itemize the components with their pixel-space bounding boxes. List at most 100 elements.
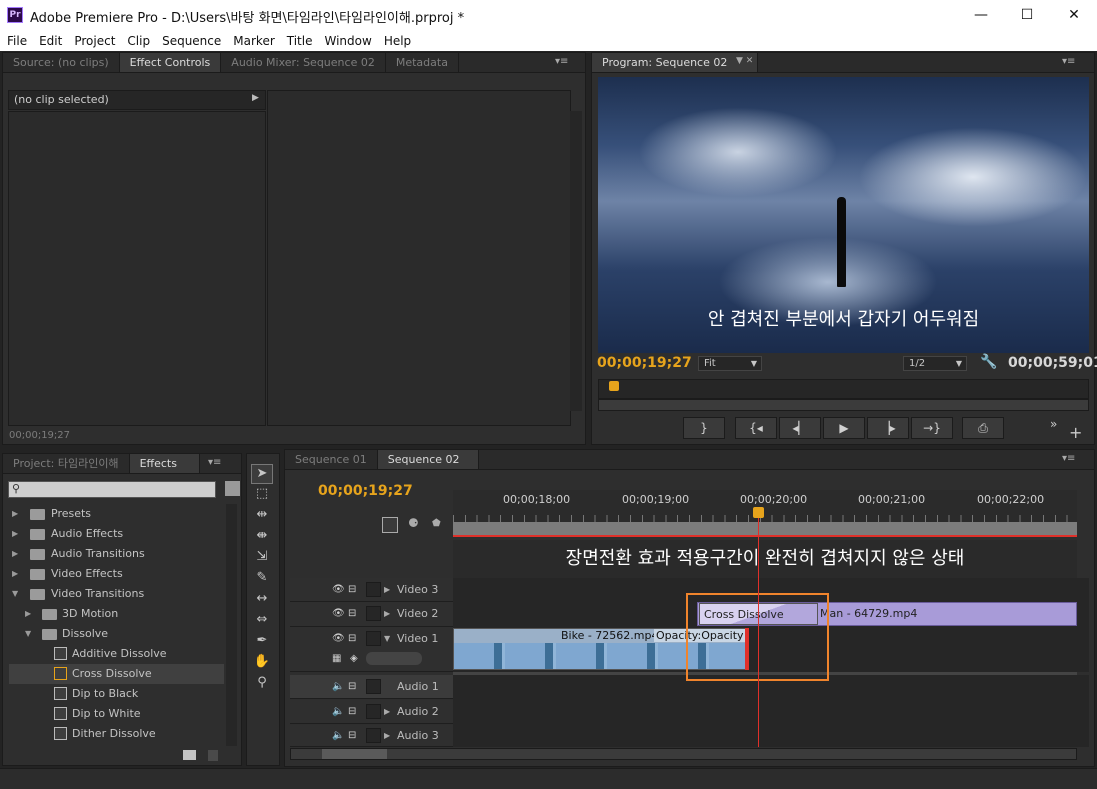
eye-icon[interactable]: 👁 (332, 584, 345, 595)
rate-stretch-tool-icon[interactable]: ⇲ (252, 548, 272, 566)
tree-item-presets[interactable]: ▶ Presets (9, 504, 224, 524)
new-bin-icon[interactable] (225, 481, 240, 496)
program-zoom-scrollbar[interactable] (598, 399, 1089, 411)
tab-effects[interactable]: Effects (129, 454, 200, 473)
keyframe-navigator[interactable] (366, 652, 422, 665)
effects-scrollbar[interactable] (226, 504, 237, 746)
tab-metadata[interactable]: Metadata (386, 53, 459, 72)
menu-title[interactable]: Title (280, 31, 318, 51)
track-select-tool-icon[interactable]: ⬚ (252, 485, 272, 503)
effect-controls-scrollbar[interactable] (570, 111, 582, 411)
step-forward-icon[interactable]: ▕▸ (867, 417, 909, 439)
expand-arrow-icon[interactable]: ▶ (12, 544, 18, 564)
mark-in-button[interactable]: } (683, 417, 725, 439)
slide-tool-icon[interactable]: ⇔ (252, 611, 272, 629)
expand-arrow-icon[interactable]: ▶ (12, 564, 18, 584)
tree-item-additive-dissolve[interactable]: Additive Dissolve (9, 644, 224, 664)
tree-item-dissolve[interactable]: ▼ Dissolve (9, 624, 224, 644)
rolling-edit-tool-icon[interactable]: ⇼ (252, 527, 272, 545)
speaker-icon[interactable]: 🔈 (332, 706, 344, 717)
go-to-out-button[interactable]: →} (911, 417, 953, 439)
eye-icon[interactable]: 👁 (332, 633, 345, 644)
program-current-timecode[interactable]: 00;00;19;27 (597, 355, 692, 371)
lock-icon[interactable]: ⊟ (348, 706, 356, 717)
speaker-icon[interactable]: 🔈 (332, 681, 344, 692)
expand-arrow-icon[interactable]: ▶ (25, 604, 31, 624)
program-time-ruler[interactable] (598, 379, 1089, 399)
sync-lock-box[interactable] (366, 679, 381, 694)
program-dropdown-icon[interactable]: ▼ ✕ (736, 56, 753, 66)
display-style-icon[interactable]: ▦ (332, 653, 341, 664)
video-tracks-scrollbar[interactable] (1077, 578, 1089, 672)
step-back-icon[interactable]: ◂▏ (779, 417, 821, 439)
panel-menu-icon[interactable]: ▾≡ (555, 56, 568, 67)
menu-clip[interactable]: Clip (120, 31, 155, 51)
add-marker-icon[interactable]: ⬟ (432, 518, 441, 529)
collapse-arrow-icon[interactable]: ▼ (25, 624, 31, 644)
sync-lock-box[interactable] (366, 606, 381, 621)
more-controls-icon[interactable]: » (1050, 417, 1057, 431)
tab-program[interactable]: Program: Sequence 02 (592, 53, 759, 72)
expand-arrow-icon[interactable]: ▶ (384, 707, 390, 716)
trash-icon[interactable] (208, 750, 218, 761)
tree-item-dip-to-white[interactable]: Dip to White (9, 704, 224, 724)
expand-arrow-icon[interactable]: ▶ (384, 585, 390, 594)
lock-icon[interactable]: ⊟ (348, 633, 356, 644)
expand-arrow-icon[interactable]: ▶ (12, 524, 18, 544)
tab-project[interactable]: Project: 타임라인이해 (3, 454, 130, 473)
lock-icon[interactable]: ⊟ (348, 681, 356, 692)
menu-edit[interactable]: Edit (32, 31, 67, 51)
program-menu-icon[interactable]: ▾≡ (1062, 56, 1075, 67)
menu-project[interactable]: Project (67, 31, 120, 51)
pen-tool-icon[interactable]: ✒ (252, 632, 272, 650)
tree-item-dip-to-black[interactable]: Dip to Black (9, 684, 224, 704)
button-editor-icon[interactable]: + (1069, 423, 1082, 442)
keyframe-icon[interactable]: ◈ (350, 653, 358, 664)
effects-menu-icon[interactable]: ▾≡ (208, 457, 221, 468)
ripple-edit-tool-icon[interactable]: ⇹ (252, 506, 272, 524)
search-input[interactable]: ⚲ (8, 481, 216, 498)
eye-icon[interactable]: 👁 (332, 608, 345, 619)
speaker-icon[interactable]: 🔈 (332, 730, 344, 741)
tree-item-3d-motion[interactable]: ▶ 3D Motion (9, 604, 224, 624)
collapse-arrow-icon[interactable]: ▼ (384, 634, 390, 643)
new-folder-icon[interactable] (183, 750, 196, 760)
snap-toggle-icon[interactable] (382, 517, 398, 533)
menu-file[interactable]: File (0, 31, 32, 51)
tab-effect-controls[interactable]: Effect Controls (119, 53, 222, 72)
menu-window[interactable]: Window (317, 31, 376, 51)
tree-item-cross-dissolve[interactable]: Cross Dissolve (9, 664, 224, 684)
timeline-timecode[interactable]: 00;00;19;27 (318, 483, 413, 499)
scrollbar-thumb[interactable] (322, 749, 387, 759)
go-to-in-button[interactable]: {◂ (735, 417, 777, 439)
play-icon[interactable]: ▶ (823, 417, 865, 439)
hand-tool-icon[interactable]: ✋ (252, 653, 272, 671)
resolution-select[interactable]: 1/2 ▼ (903, 356, 967, 371)
expand-arrow-icon[interactable]: ▶ (12, 504, 18, 524)
menu-marker[interactable]: Marker (226, 31, 279, 51)
tab-audio-mixer[interactable]: Audio Mixer: Sequence 02 (221, 53, 386, 72)
export-frame-button[interactable]: ⎙ (962, 417, 1004, 439)
expand-arrow-icon[interactable]: ▶ (252, 93, 259, 103)
audio-tracks-scrollbar[interactable] (1077, 675, 1089, 747)
close-button[interactable]: ✕ (1051, 0, 1097, 31)
sync-lock-box[interactable] (366, 582, 381, 597)
sync-lock-box[interactable] (366, 728, 381, 743)
timeline-horizontal-scrollbar[interactable] (290, 748, 1077, 760)
wrench-icon[interactable]: 🔧 (980, 354, 997, 370)
tree-item-video-effects[interactable]: ▶ Video Effects (9, 564, 224, 584)
minimize-button[interactable]: — (958, 0, 1004, 31)
razor-tool-icon[interactable]: ✎ (252, 569, 272, 587)
tree-item-dither-dissolve[interactable]: Dither Dissolve (9, 724, 224, 744)
collapse-arrow-icon[interactable]: ▼ (12, 584, 18, 604)
timeline-playhead-handle[interactable] (753, 507, 764, 518)
menu-help[interactable]: Help (377, 31, 416, 51)
expand-arrow-icon[interactable]: ▶ (384, 731, 390, 740)
selection-tool-icon[interactable]: ➤ (252, 465, 272, 483)
tree-item-audio-effects[interactable]: ▶ Audio Effects (9, 524, 224, 544)
tree-item-audio-transitions[interactable]: ▶ Audio Transitions (9, 544, 224, 564)
lock-icon[interactable]: ⊟ (348, 730, 356, 741)
program-playhead[interactable] (609, 381, 619, 391)
zoom-select[interactable]: Fit ▼ (698, 356, 762, 371)
maximize-button[interactable]: ☐ (1004, 0, 1050, 31)
